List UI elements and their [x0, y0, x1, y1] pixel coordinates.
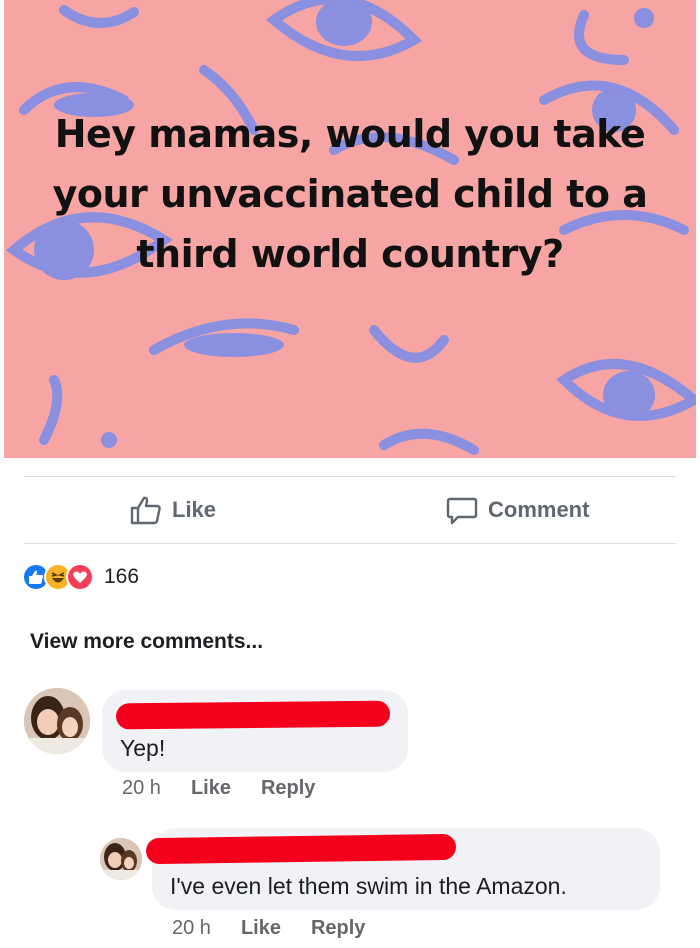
commenter-avatar[interactable]	[24, 688, 90, 754]
comment-like-button[interactable]: Like	[191, 777, 231, 800]
comment-meta: 20 h Like Reply	[122, 777, 345, 800]
reaction-count: 166	[104, 565, 140, 588]
reply-text: I've even let them swim in the Amazon.	[170, 873, 567, 899]
divider-bottom	[24, 543, 676, 544]
like-label: Like	[172, 497, 217, 522]
reply-reply-button[interactable]: Reply	[311, 917, 365, 940]
comment-text: Yep!	[120, 735, 166, 761]
divider-top	[24, 476, 676, 477]
like-button[interactable]: Like	[130, 492, 216, 528]
redacted-name	[145, 833, 457, 865]
love-reaction-icon	[66, 563, 94, 591]
post-text: Hey mamas, would you take your unvaccina…	[52, 112, 648, 276]
speech-bubble-outline-icon	[446, 495, 478, 525]
reply-timestamp: 20 h	[172, 917, 211, 939]
comment-timestamp: 20 h	[122, 777, 161, 799]
reply-meta: 20 h Like Reply	[172, 917, 395, 940]
reply-avatar[interactable]	[100, 838, 142, 880]
view-more-comments-link[interactable]: View more comments...	[30, 630, 263, 654]
post-image[interactable]: Hey mamas, would you take your unvaccina…	[4, 0, 696, 458]
reaction-summary[interactable]: 166	[22, 563, 139, 591]
thumbs-up-outline-icon	[130, 495, 162, 525]
comment-button[interactable]: Comment	[446, 492, 589, 528]
reply-like-button[interactable]: Like	[241, 917, 281, 940]
redacted-name	[115, 700, 391, 730]
comment-reply-button[interactable]: Reply	[261, 777, 315, 800]
comment-label: Comment	[488, 497, 590, 522]
